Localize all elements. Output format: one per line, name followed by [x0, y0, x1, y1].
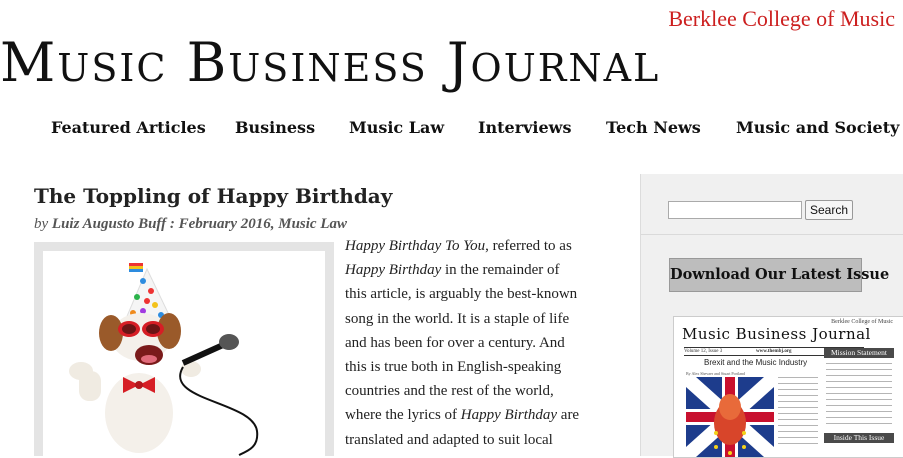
cover-brexit-illustration [686, 377, 774, 457]
article-category[interactable]: Music Law [278, 216, 347, 232]
singing-dog-illustration [43, 251, 325, 456]
article-line-post: , referred to as [485, 238, 572, 254]
cover-text-line [778, 395, 818, 396]
site-masthead[interactable]: Music Business Journal [0, 28, 903, 98]
nav-tech-news[interactable]: Tech News [606, 118, 701, 137]
article-line-em: Happy Birthday To You [345, 238, 486, 254]
cover-inside-this-issue: Inside This Issue [824, 433, 894, 443]
search-input[interactable] [668, 201, 802, 219]
search-button[interactable]: Search [805, 200, 853, 220]
article-line-em: Happy Birthday [460, 407, 558, 424]
main-nav: Featured Articles Business Music Law Int… [0, 118, 903, 144]
main-content: The Toppling of Happy Birthday by Luiz A… [0, 174, 640, 456]
cover-text-line [826, 393, 892, 394]
cover-text-line [826, 375, 892, 376]
site-header: Berklee College of Music Music Business … [0, 0, 903, 174]
cover-volume: Volume 12, Issue 3 [684, 349, 723, 354]
cover-text-line [778, 401, 818, 402]
article-line: Happy Birthday in the remainder of [345, 258, 605, 282]
article-image [43, 251, 325, 456]
cover-text-line [826, 399, 892, 400]
cover-headline: Brexit and the Music Industry [704, 358, 808, 367]
cover-text-line [778, 383, 818, 384]
article-line: countries and the rest of the world, [345, 383, 554, 400]
article-line-post: in the remainder of [441, 262, 560, 279]
cover-text-line [778, 389, 818, 390]
cover-text-line [778, 419, 818, 420]
sidebar: Search Download Our Latest Issue Berklee… [640, 174, 903, 458]
article-line: translated and adapted to suit local [345, 431, 553, 448]
article-line: where the lyrics of Happy Birthday are [345, 403, 605, 427]
article-line: this is true both in English-speaking [345, 359, 562, 376]
cover-text-line [826, 411, 892, 412]
cover-text-line [826, 369, 892, 370]
cover-text-line [778, 425, 818, 426]
cover-text-line [778, 443, 818, 444]
article-line: and has been for over a century. And [345, 334, 565, 351]
article-line-em: Happy Birthday [345, 262, 442, 279]
cover-text-line [826, 417, 892, 418]
download-latest-issue-button[interactable]: Download Our Latest Issue [669, 258, 889, 292]
cover-text-line [826, 381, 892, 382]
article-line: Happy Birthday To You, referred to as [345, 234, 605, 258]
cover-text-line [826, 423, 892, 424]
article-body: Happy Birthday To You, referred to as Ha… [345, 234, 605, 452]
article-line-pre: where the lyrics of [345, 407, 461, 424]
article-author[interactable]: Luiz Augusto Buff [52, 216, 166, 232]
nav-music-and-society[interactable]: Music and Society [736, 118, 899, 137]
nav-music-law[interactable]: Music Law [349, 118, 444, 137]
article-image-frame [34, 242, 334, 456]
article: The Toppling of Happy Birthday by Luiz A… [0, 174, 640, 456]
cover-text-line [826, 387, 892, 388]
cover-url: www.thembj.org [756, 349, 792, 354]
nav-featured-articles[interactable]: Featured Articles [51, 118, 206, 137]
cover-text-line [778, 431, 818, 432]
cover-text-line [778, 437, 818, 438]
sidebar-divider [641, 234, 903, 235]
byline-separator: : [166, 216, 179, 232]
article-date[interactable]: February 2016 [179, 216, 271, 232]
cover-text-line [826, 405, 892, 406]
nav-interviews[interactable]: Interviews [478, 118, 571, 137]
byline-by: by [34, 216, 49, 232]
cover-author: By Alex Shevaer and Stuart Portland [686, 371, 745, 376]
latest-issue-cover[interactable]: Berklee College of Music Music Business … [673, 316, 903, 458]
article-byline: by Luiz Augusto Buff : February 2016, Mu… [34, 216, 347, 233]
cover-mission-statement: Mission Statement [824, 348, 894, 358]
cover-text-line [826, 363, 892, 364]
cover-text-line [778, 377, 818, 378]
cover-text-line [778, 413, 818, 414]
article-title[interactable]: The Toppling of Happy Birthday [34, 184, 392, 208]
nav-business[interactable]: Business [235, 118, 315, 137]
cover-text-line [778, 407, 818, 408]
cover-title: Music Business Journal [682, 325, 871, 343]
article-line: song in the world. It is a staple of lif… [345, 310, 570, 327]
article-line-post: are [557, 407, 580, 424]
article-line: this article, is arguably the best-known [345, 286, 578, 303]
